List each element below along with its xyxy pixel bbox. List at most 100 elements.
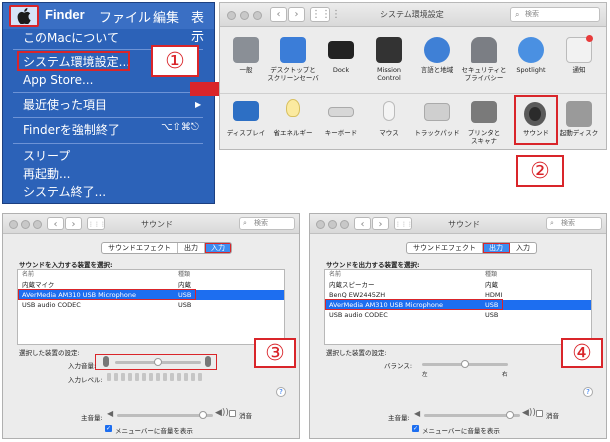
col-name-header: 名前 bbox=[329, 271, 342, 278]
tab-output[interactable]: 出力 bbox=[178, 243, 205, 253]
close-button[interactable] bbox=[9, 220, 18, 229]
tab-sound-effects[interactable]: サウンドエフェクト bbox=[102, 243, 178, 253]
mute-checkbox[interactable] bbox=[229, 410, 236, 417]
balance-left-label: 左 bbox=[422, 372, 428, 378]
search-field[interactable]: ⌕ 検索 bbox=[239, 217, 295, 230]
titlebar: ‹ › ⋮⋮⋮ サウンド ⌕ 検索 bbox=[3, 214, 299, 234]
apple-logo-icon bbox=[17, 8, 31, 24]
show-volume-menubar-label: メニューバーに音量を表示 bbox=[422, 427, 500, 435]
sound-output-window: ‹ › ⋮⋮⋮ サウンド ⌕ 検索 サウンドエフェクト 出力 入力 サウンドを出… bbox=[309, 213, 607, 439]
show-volume-menubar-checkbox[interactable]: ✓ bbox=[412, 425, 419, 432]
select-device-label: サウンドを出力する装置を選択: bbox=[326, 261, 420, 269]
startup-disk-icon[interactable] bbox=[566, 101, 592, 127]
menu-item-sleep[interactable]: スリープ bbox=[3, 147, 203, 165]
mute-checkbox[interactable] bbox=[536, 410, 543, 417]
table-row[interactable]: USB audio CODEC USB bbox=[18, 300, 284, 310]
back-button[interactable]: ‹ bbox=[47, 217, 64, 230]
menubar-finder[interactable]: Finder bbox=[45, 7, 85, 22]
level-meter-segment bbox=[121, 373, 125, 381]
security-icon[interactable] bbox=[471, 37, 497, 63]
minimize-button[interactable] bbox=[328, 220, 337, 229]
back-button[interactable]: ‹ bbox=[270, 7, 287, 22]
search-icon: ⌕ bbox=[243, 219, 247, 227]
menu-item-shutdown[interactable]: システム終了... bbox=[3, 183, 203, 201]
help-button[interactable]: ? bbox=[583, 387, 593, 397]
device-type: 内蔵 bbox=[485, 281, 498, 289]
keyboard-icon[interactable] bbox=[328, 107, 354, 117]
printer-icon[interactable] bbox=[471, 101, 497, 123]
dock-icon[interactable] bbox=[328, 41, 354, 59]
show-volume-menubar-label: メニューバーに音量を表示 bbox=[115, 427, 193, 435]
minimize-button[interactable] bbox=[240, 11, 249, 20]
mission-control-icon[interactable] bbox=[376, 37, 402, 63]
search-field[interactable]: ⌕ 検索 bbox=[546, 217, 602, 230]
trackpad-icon[interactable] bbox=[424, 103, 450, 121]
forward-button[interactable]: › bbox=[288, 7, 305, 22]
forward-button[interactable]: › bbox=[65, 217, 82, 230]
menu-item-restart[interactable]: 再起動... bbox=[3, 165, 203, 183]
speaker-high-icon: ◀)) bbox=[522, 408, 536, 418]
tab-input[interactable]: 入力 bbox=[510, 243, 536, 253]
device-name: 内蔵スピーカー bbox=[329, 281, 375, 289]
level-meter-segment bbox=[191, 373, 195, 381]
search-field[interactable]: ⌕ 検索 bbox=[510, 7, 600, 22]
menubar: Finder ファイル 編集 表示 bbox=[3, 3, 214, 44]
forward-button[interactable]: › bbox=[372, 217, 389, 230]
desktop-icon[interactable] bbox=[280, 37, 306, 63]
tab-sound-effects[interactable]: サウンドエフェクト bbox=[407, 243, 483, 253]
show-all-grid-icon[interactable]: ⋮⋮⋮ bbox=[87, 217, 106, 230]
zoom-button[interactable] bbox=[253, 11, 262, 20]
help-button[interactable]: ? bbox=[276, 387, 286, 397]
pref-label-notifications: 通知 bbox=[572, 66, 586, 74]
tab-bar: サウンドエフェクト 出力 入力 bbox=[406, 242, 537, 254]
output-volume-slider-knob[interactable] bbox=[506, 411, 514, 419]
menubar-edit[interactable]: 編集 bbox=[153, 7, 179, 26]
level-meter-segment bbox=[177, 373, 181, 381]
mic-low-icon bbox=[103, 356, 109, 367]
tab-output[interactable]: 出力 bbox=[483, 243, 510, 253]
display-icon[interactable] bbox=[233, 101, 259, 121]
col-name-header: 名前 bbox=[22, 271, 35, 278]
table-row[interactable]: USB audio CODEC USB bbox=[325, 310, 591, 320]
output-volume-slider-knob[interactable] bbox=[199, 411, 207, 419]
menubar-file[interactable]: ファイル bbox=[99, 7, 151, 26]
close-button[interactable] bbox=[227, 11, 236, 20]
level-meter-segment bbox=[114, 373, 118, 381]
energy-icon[interactable] bbox=[286, 99, 300, 117]
table-row[interactable]: 内蔵スピーカー 内蔵 bbox=[325, 280, 591, 290]
force-quit-shortcut: ⌥⇧⌘⎋ bbox=[161, 122, 199, 133]
highlight-selected-device bbox=[18, 289, 196, 300]
search-icon: ⌕ bbox=[550, 219, 554, 227]
language-icon[interactable] bbox=[424, 37, 450, 63]
level-meter-segment bbox=[163, 373, 167, 381]
balance-slider-knob[interactable] bbox=[461, 360, 469, 368]
zoom-button[interactable] bbox=[340, 220, 349, 229]
level-meter-segment bbox=[107, 373, 111, 381]
general-icon[interactable] bbox=[233, 37, 259, 63]
apple-menu-button[interactable] bbox=[9, 5, 39, 27]
show-all-grid-icon[interactable]: ⋮⋮⋮ bbox=[394, 217, 413, 230]
balance-right-label: 右 bbox=[502, 372, 508, 378]
minimize-button[interactable] bbox=[21, 220, 30, 229]
step-badge-4: ④ bbox=[561, 338, 603, 368]
level-meter-segment bbox=[198, 373, 202, 381]
back-button[interactable]: ‹ bbox=[354, 217, 371, 230]
device-name: USB audio CODEC bbox=[22, 301, 81, 309]
search-icon: ⌕ bbox=[515, 10, 520, 19]
menu-separator bbox=[13, 143, 203, 144]
close-button[interactable] bbox=[316, 220, 325, 229]
show-volume-menubar-checkbox[interactable]: ✓ bbox=[105, 425, 112, 432]
input-volume-slider-knob[interactable] bbox=[154, 358, 162, 366]
zoom-button[interactable] bbox=[33, 220, 42, 229]
show-all-grid-icon[interactable]: ⋮⋮⋮ bbox=[310, 7, 341, 22]
mouse-icon[interactable] bbox=[383, 101, 395, 121]
tab-input[interactable]: 入力 bbox=[205, 243, 231, 253]
col-type-header: 種類 bbox=[485, 271, 498, 278]
menu-separator bbox=[13, 117, 203, 118]
level-meter-segment bbox=[149, 373, 153, 381]
menu-item-recent-items[interactable]: 最近使った項目 bbox=[3, 96, 203, 114]
search-placeholder: 検索 bbox=[561, 219, 575, 227]
spotlight-icon[interactable] bbox=[518, 37, 544, 63]
tab-bar: サウンドエフェクト 出力 入力 bbox=[101, 242, 232, 254]
device-type: USB bbox=[178, 301, 192, 309]
